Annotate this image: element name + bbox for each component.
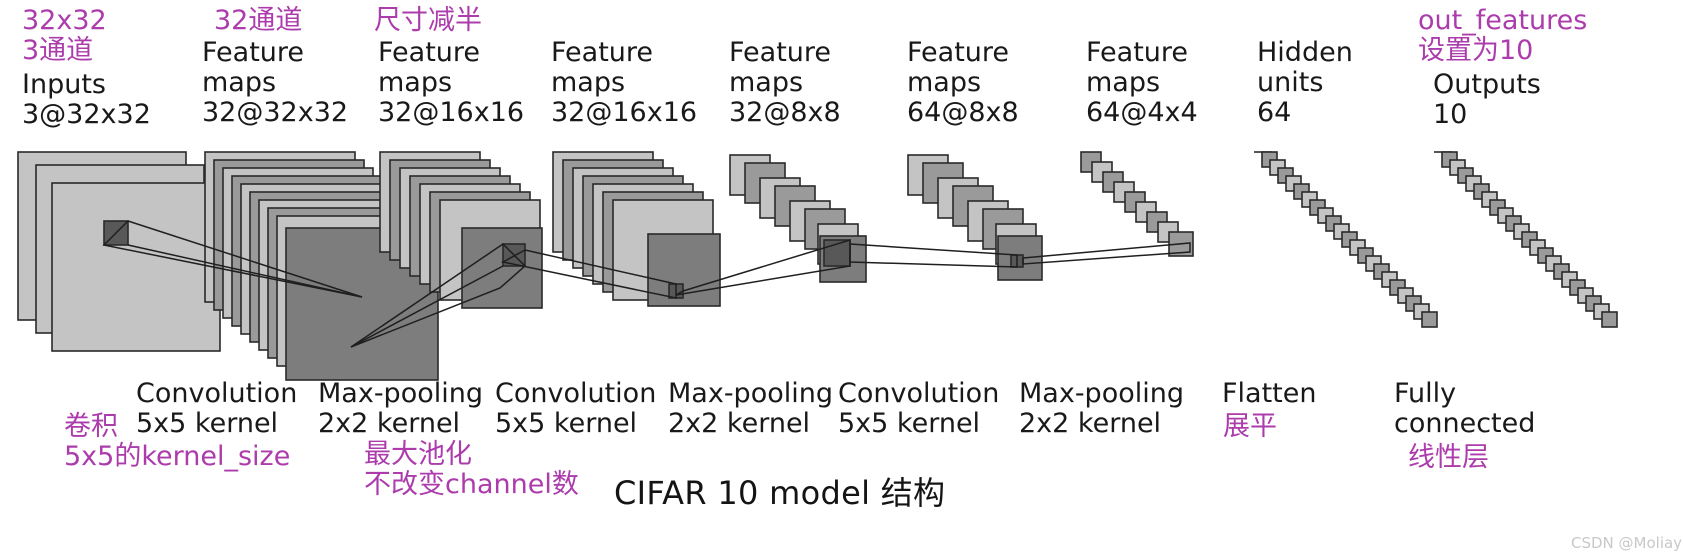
top-annotation-feature-maps-1: 32通道	[214, 5, 303, 36]
top-label-outputs: Outputs 10	[1433, 69, 1541, 131]
layer-feature-maps-5	[907, 154, 1043, 281]
top-label-feature-maps-4: Feature maps 32@8x8	[729, 37, 841, 129]
top-label-feature-maps-6: Feature maps 64@4x4	[1086, 37, 1198, 129]
watermark: CSDN @Moliay	[1571, 534, 1683, 552]
layer-inputs	[17, 151, 221, 352]
layer-hidden-units	[1254, 151, 1438, 328]
bottom-label-max-pooling-3: Max-pooling 2x2 kernel	[1019, 378, 1184, 440]
layer-feature-maps-3	[552, 151, 721, 307]
diagram-canvas: 32x32 3通道 Inputs 3@32x32 32通道 Feature ma…	[0, 0, 1683, 559]
bottom-annotation-max-pooling-1: 最大池化 不改变channel数	[364, 439, 579, 501]
bottom-label-convolution-2: Convolution 5x5 kernel	[495, 378, 657, 440]
connectors	[102, 220, 1191, 348]
top-label-feature-maps-3: Feature maps 32@16x16	[551, 37, 698, 129]
top-label-feature-maps-2: Feature maps 32@16x16	[378, 37, 525, 129]
layer-outputs	[1434, 151, 1618, 328]
figure-title: CIFAR 10 model 结构	[614, 474, 946, 512]
top-annotation-feature-maps-2: 尺寸减半	[374, 5, 482, 36]
top-annotation-inputs: 32x32 3通道	[22, 5, 107, 67]
bottom-label-convolution-3: Convolution 5x5 kernel	[838, 378, 1000, 440]
layer-feature-maps-2	[379, 151, 543, 309]
top-label-feature-maps-5: Feature maps 64@8x8	[907, 37, 1019, 129]
layer-feature-maps-4	[729, 154, 867, 283]
bottom-annotation-convolution-1: 卷积 5x5的kernel_size	[64, 411, 291, 473]
bottom-annotation-fully-connected: 线性层	[1408, 442, 1489, 473]
bottom-label-fully-connected: Fully connected	[1394, 378, 1536, 440]
bottom-label-flatten: Flatten	[1222, 378, 1317, 409]
top-label-hidden-units: Hidden units 64	[1257, 37, 1353, 129]
layer-feature-maps-1	[204, 151, 439, 381]
top-label-inputs: Inputs 3@32x32	[22, 69, 151, 131]
bottom-label-max-pooling-1: Max-pooling 2x2 kernel	[318, 378, 483, 440]
bottom-label-max-pooling-2: Max-pooling 2x2 kernel	[668, 378, 833, 440]
top-annotation-outputs: out_features 设置为10	[1418, 5, 1588, 67]
layer-feature-maps-6	[1080, 151, 1194, 257]
bottom-annotation-flatten: 展平	[1223, 411, 1277, 442]
top-label-feature-maps-1: Feature maps 32@32x32	[202, 37, 349, 129]
